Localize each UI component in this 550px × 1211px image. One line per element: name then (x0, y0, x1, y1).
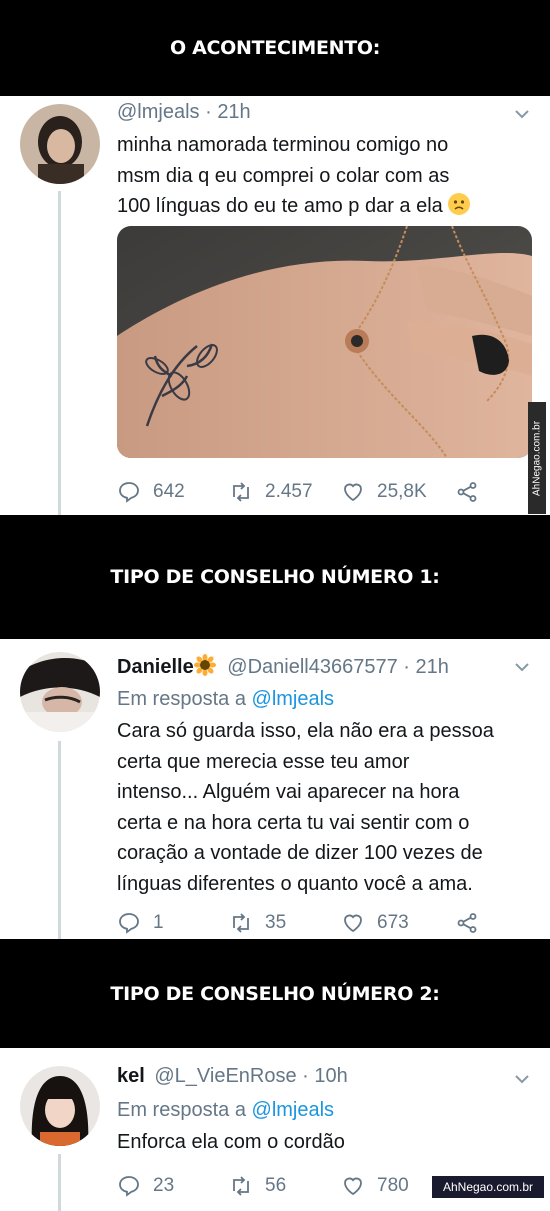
retweet-button[interactable]: 2.457 (229, 480, 341, 504)
reply-context: Em resposta a @lmjeals (117, 1099, 335, 1121)
chevron-down-icon[interactable] (514, 659, 530, 675)
reply-button[interactable]: 23 (117, 1174, 229, 1198)
retweet-icon (233, 482, 249, 502)
tweet-text: Cara só guarda isso, ela não era a pesso… (117, 720, 494, 895)
share-icon (457, 913, 477, 933)
section-title: TIPO DE CONSELHO NÚMERO 1: (110, 566, 440, 588)
reply-to-link[interactable]: @lmjeals (252, 688, 335, 710)
tweet-actions: 642 2.457 25,8K (117, 480, 491, 504)
chevron-down-icon[interactable] (514, 1071, 530, 1087)
reply-to-link[interactable]: @lmjeals (252, 1099, 335, 1121)
tweet-handle[interactable]: @Daniell43667577 · 21h (227, 656, 449, 678)
like-button[interactable]: 673 (341, 911, 455, 935)
tweet[interactable]: @lmjeals · 21h minha namorada terminou c… (0, 96, 550, 515)
like-button[interactable]: 25,8K (341, 480, 455, 504)
tweet-actions: 23 56 780 (117, 1174, 421, 1198)
chevron-down-icon[interactable] (514, 106, 530, 122)
tweet-handle[interactable]: @lmjeals · 21h (117, 101, 251, 123)
reply-icon (119, 913, 139, 934)
avatar[interactable] (20, 652, 100, 732)
tweet[interactable]: Danielle @Daniell43667577 · 21h Em respo… (0, 639, 550, 939)
reply-icon (119, 482, 139, 503)
heart-icon (344, 483, 362, 502)
retweet-icon (233, 1176, 249, 1196)
thread-line (58, 191, 61, 515)
thread-line (58, 1154, 61, 1211)
avatar[interactable] (20, 1066, 100, 1146)
like-button[interactable]: 780 (341, 1174, 421, 1198)
section-banner: O ACONTECIMENTO: (0, 0, 550, 96)
retweet-button[interactable]: 56 (229, 1174, 341, 1198)
heart-icon (344, 914, 362, 933)
tweet-actions: 1 35 673 (117, 911, 491, 935)
tweet-text: Enforca ela com o cordão (117, 1131, 345, 1153)
tweet-author-name[interactable]: Danielle (117, 656, 194, 678)
reply-button[interactable]: 642 (117, 480, 229, 504)
retweet-button[interactable]: 35 (229, 911, 341, 935)
section-banner: TIPO DE CONSELHO NÚMERO 2: (0, 939, 550, 1048)
watermark: AhNegao.com.br (528, 402, 546, 514)
section-title: TIPO DE CONSELHO NÚMERO 2: (110, 982, 440, 1005)
tweet-handle[interactable]: @L_VieEnRose · 10h (154, 1065, 347, 1087)
thread-line (58, 741, 61, 939)
tweet-photo[interactable] (117, 226, 532, 458)
watermark: AhNegao.com.br (432, 1176, 544, 1198)
tweet-text: minha namorada terminou comigo no msm di… (117, 130, 537, 222)
share-button[interactable] (455, 911, 491, 935)
retweet-icon (233, 913, 249, 933)
share-button[interactable] (455, 480, 491, 504)
reply-icon (119, 1176, 139, 1197)
heart-icon (344, 1177, 362, 1196)
worried-face-icon (448, 193, 471, 215)
avatar[interactable] (20, 104, 100, 184)
sunflower-icon (193, 654, 216, 676)
section-title: O ACONTECIMENTO: (169, 37, 381, 59)
reply-button[interactable]: 1 (117, 911, 229, 935)
tweet-author-name[interactable]: kel (117, 1065, 145, 1087)
reply-context: Em resposta a @lmjeals (117, 688, 335, 710)
section-banner: TIPO DE CONSELHO NÚMERO 1: (0, 515, 550, 639)
share-icon (457, 482, 477, 502)
